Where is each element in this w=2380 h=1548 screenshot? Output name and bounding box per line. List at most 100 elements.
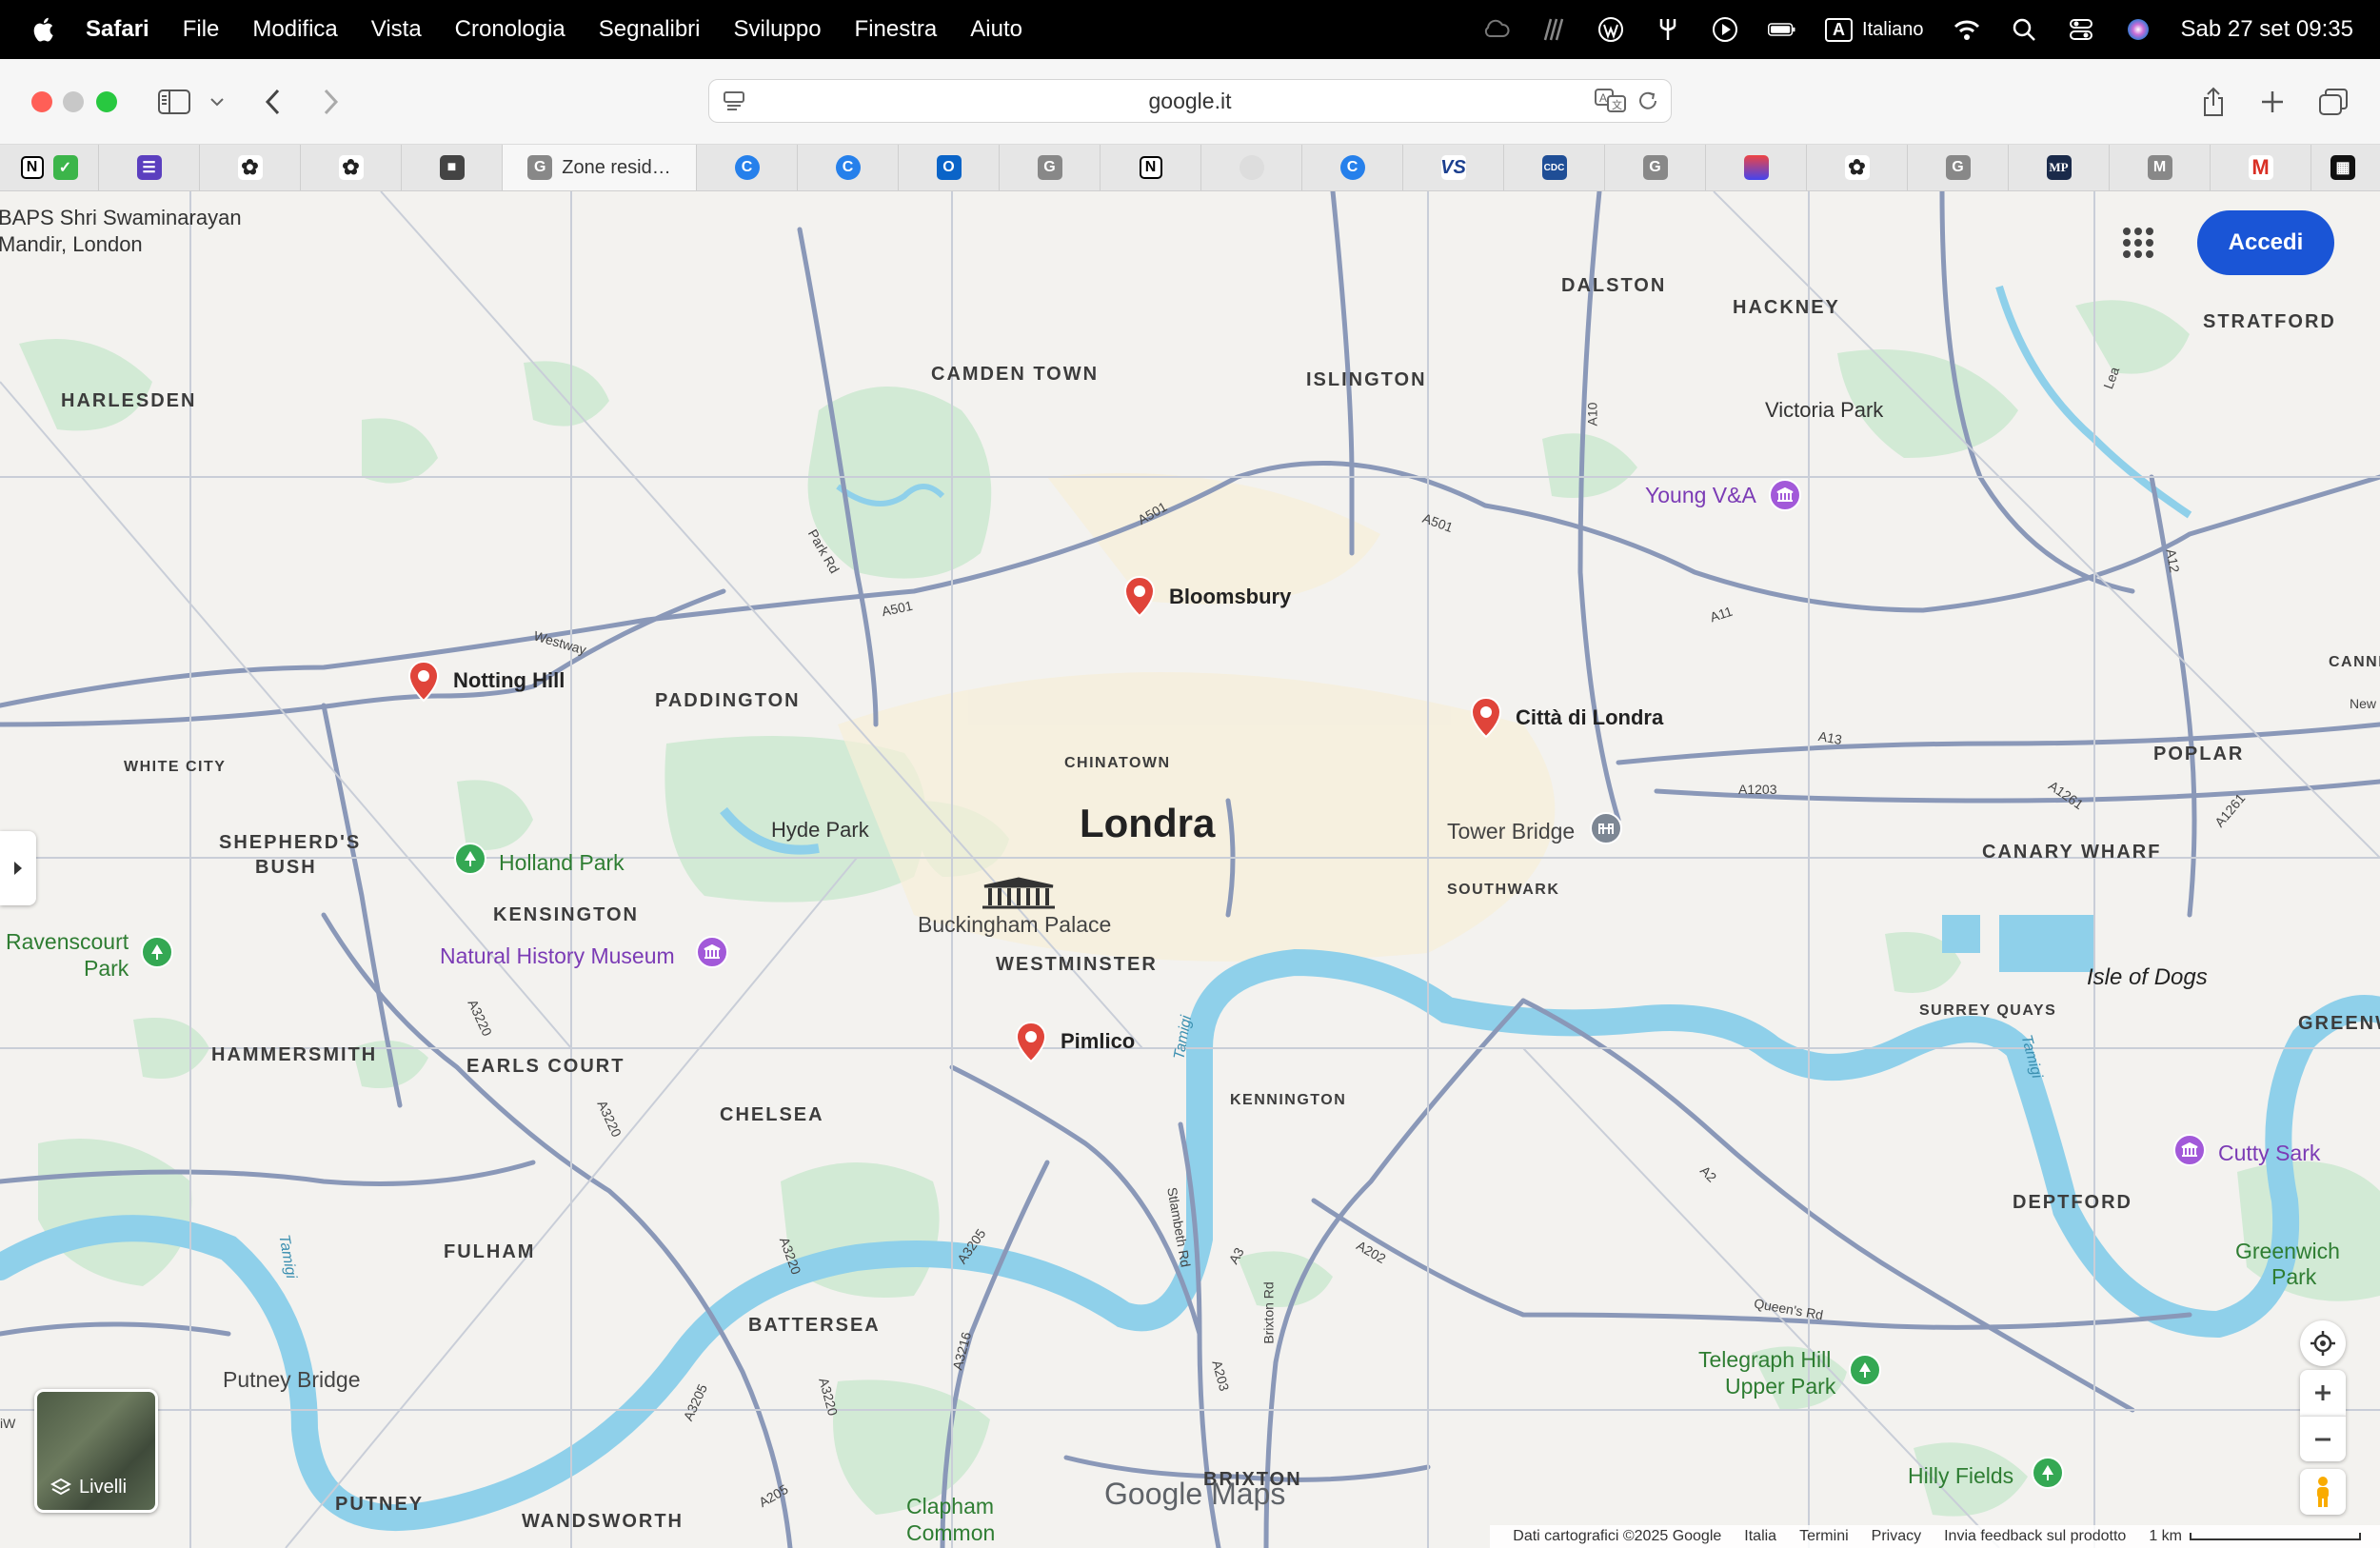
control-center-icon[interactable] xyxy=(2067,15,2095,44)
wifi-icon[interactable] xyxy=(1953,15,1981,44)
tab-active-google-maps[interactable]: G Zone resid… xyxy=(503,145,697,190)
poi-label-young-va[interactable]: Young V&A xyxy=(1645,483,1756,508)
menu-file[interactable]: File xyxy=(183,16,220,43)
battery-icon[interactable] xyxy=(1768,15,1796,44)
map-pin-icon[interactable] xyxy=(1123,576,1156,618)
tab-overview-button[interactable] xyxy=(2311,80,2355,124)
tab-c-3[interactable]: C xyxy=(1302,145,1403,190)
pin-label-city-of-london[interactable]: Città di Londra xyxy=(1516,705,1663,730)
poi-label-buckingham-palace[interactable]: Buckingham Palace xyxy=(918,912,1111,938)
museum-poi-icon[interactable] xyxy=(1769,479,1801,511)
poi-label-telegraph-hill[interactable]: Telegraph Hill xyxy=(1698,1347,1831,1373)
poi-label-telegraph-hill-2[interactable]: Upper Park xyxy=(1725,1374,1835,1399)
menu-cronologia[interactable]: Cronologia xyxy=(455,16,565,43)
tab-mp[interactable]: MP xyxy=(2009,145,2110,190)
museum-poi-icon[interactable] xyxy=(2173,1134,2206,1166)
google-apps-icon[interactable] xyxy=(2121,226,2155,260)
menu-finestra[interactable]: Finestra xyxy=(855,16,938,43)
tab-outlook[interactable]: O xyxy=(899,145,1000,190)
menu-modifica[interactable]: Modifica xyxy=(252,16,337,43)
new-tab-button[interactable] xyxy=(2251,80,2294,124)
spotlight-search-icon[interactable] xyxy=(2010,15,2038,44)
tab-forms[interactable]: ☰ xyxy=(99,145,200,190)
pin-label-bloomsbury[interactable]: Bloomsbury xyxy=(1169,585,1291,609)
tab-cube[interactable]: ■ xyxy=(402,145,503,190)
tab-chatgpt-3[interactable]: ✿ xyxy=(1807,145,1908,190)
place-label-baps-2[interactable]: Mandir, London xyxy=(0,232,143,257)
tab-flag[interactable] xyxy=(1706,145,1807,190)
tab-gmail[interactable]: M xyxy=(2211,145,2311,190)
footer-terms-link[interactable]: Termini xyxy=(1799,1528,1849,1545)
menu-aiuto[interactable]: Aiuto xyxy=(970,16,1022,43)
back-button[interactable] xyxy=(251,80,295,124)
tab-google-2[interactable]: G xyxy=(1605,145,1706,190)
place-label-hyde-park[interactable]: Hyde Park xyxy=(771,818,869,843)
museum-poi-icon[interactable] xyxy=(696,936,728,968)
apple-logo-icon[interactable] xyxy=(30,15,59,44)
address-bar[interactable]: google.it A文 xyxy=(708,79,1672,123)
map-pin-icon[interactable] xyxy=(1470,697,1502,739)
scale-control[interactable]: 1 km xyxy=(2149,1528,2361,1545)
place-label-baps[interactable]: BAPS Shri Swaminarayan xyxy=(0,206,242,230)
place-label-victoria-park[interactable]: Victoria Park xyxy=(1765,398,1883,423)
poi-label-tower-bridge[interactable]: Tower Bridge xyxy=(1447,819,1575,844)
tab-blank[interactable] xyxy=(1201,145,1302,190)
google-map[interactable]: BAPS Shri Swaminarayan Mandir, London CA… xyxy=(0,191,2380,1548)
menu-vista[interactable]: Vista xyxy=(371,16,422,43)
poi-label-holland-park[interactable]: Holland Park xyxy=(499,850,625,876)
translate-icon[interactable]: A文 xyxy=(1595,89,1627,119)
tab-google-3[interactable]: G xyxy=(1908,145,2009,190)
poi-label-greenwich-park[interactable]: Greenwich xyxy=(2235,1239,2340,1264)
poi-label-hilly-fields[interactable]: Hilly Fields xyxy=(1908,1463,2013,1489)
footer-privacy-link[interactable]: Privacy xyxy=(1872,1528,1921,1545)
cloud-status-icon[interactable] xyxy=(1482,15,1511,44)
buckingham-palace-icon[interactable] xyxy=(981,875,1057,909)
zoom-in-button[interactable] xyxy=(2300,1370,2346,1416)
poi-label-greenwich-park-2[interactable]: Park xyxy=(2271,1264,2316,1290)
poi-label-cutty-sark[interactable]: Cutty Sark xyxy=(2218,1141,2320,1166)
forward-button[interactable] xyxy=(308,80,352,124)
tab-chatgpt-1[interactable]: ✿ xyxy=(200,145,301,190)
park-poi-icon[interactable] xyxy=(1849,1354,1881,1386)
zoom-out-button[interactable] xyxy=(2300,1416,2346,1461)
menu-app-name[interactable]: Safari xyxy=(86,16,149,43)
tab-c-1[interactable]: C xyxy=(697,145,798,190)
sign-in-button[interactable]: Accedi xyxy=(2197,210,2334,275)
menu-sviluppo[interactable]: Sviluppo xyxy=(733,16,821,43)
side-panel-toggle[interactable] xyxy=(0,831,36,905)
map-pin-icon[interactable] xyxy=(407,661,440,703)
poi-label-putney-bridge[interactable]: Putney Bridge xyxy=(223,1367,360,1393)
park-poi-icon[interactable] xyxy=(2032,1457,2064,1489)
tab-c-2[interactable]: C xyxy=(798,145,899,190)
window-close-button[interactable] xyxy=(31,91,52,112)
tab-dark[interactable]: ▦ xyxy=(2311,145,2374,190)
tab-notion-todo[interactable]: N ✓ xyxy=(0,145,99,190)
layers-button[interactable]: Livelli xyxy=(34,1389,158,1513)
poi-label-clapham-common[interactable]: Clapham xyxy=(906,1494,994,1519)
map-pin-icon[interactable] xyxy=(1015,1022,1047,1063)
tab-cdc[interactable]: CDC xyxy=(1504,145,1605,190)
pin-label-pimlico[interactable]: Pimlico xyxy=(1061,1029,1135,1054)
window-minimize-button[interactable] xyxy=(63,91,84,112)
tab-groups-chevron-icon[interactable] xyxy=(198,80,236,124)
menu-segnalibri[interactable]: Segnalibri xyxy=(599,16,701,43)
wordpress-icon[interactable] xyxy=(1597,15,1625,44)
park-poi-icon[interactable] xyxy=(141,936,173,968)
footer-feedback-link[interactable]: Invia feedback sul prodotto xyxy=(1944,1528,2126,1545)
share-button[interactable] xyxy=(2192,80,2235,124)
poi-label-ravenscourt[interactable]: Ravenscourt xyxy=(6,929,129,955)
tab-google-1[interactable]: G xyxy=(1000,145,1101,190)
tab-vs[interactable]: VS xyxy=(1403,145,1504,190)
fork-status-icon[interactable] xyxy=(1654,15,1682,44)
street-view-pegman[interactable] xyxy=(2300,1469,2346,1515)
my-location-button[interactable] xyxy=(2300,1320,2346,1366)
pin-label-notting-hill[interactable]: Notting Hill xyxy=(453,668,565,693)
reload-icon[interactable] xyxy=(1636,89,1659,118)
poi-label-ravenscourt-2[interactable]: Park xyxy=(84,956,129,982)
input-source-menu[interactable]: A Italiano xyxy=(1825,17,1924,42)
sidebar-toggle-button[interactable] xyxy=(152,80,196,124)
park-poi-icon[interactable] xyxy=(454,843,486,875)
tab-m[interactable]: M xyxy=(2110,145,2211,190)
page-menu-icon[interactable] xyxy=(723,89,745,118)
menubar-clock[interactable]: Sab 27 set 09:35 xyxy=(2181,16,2353,43)
